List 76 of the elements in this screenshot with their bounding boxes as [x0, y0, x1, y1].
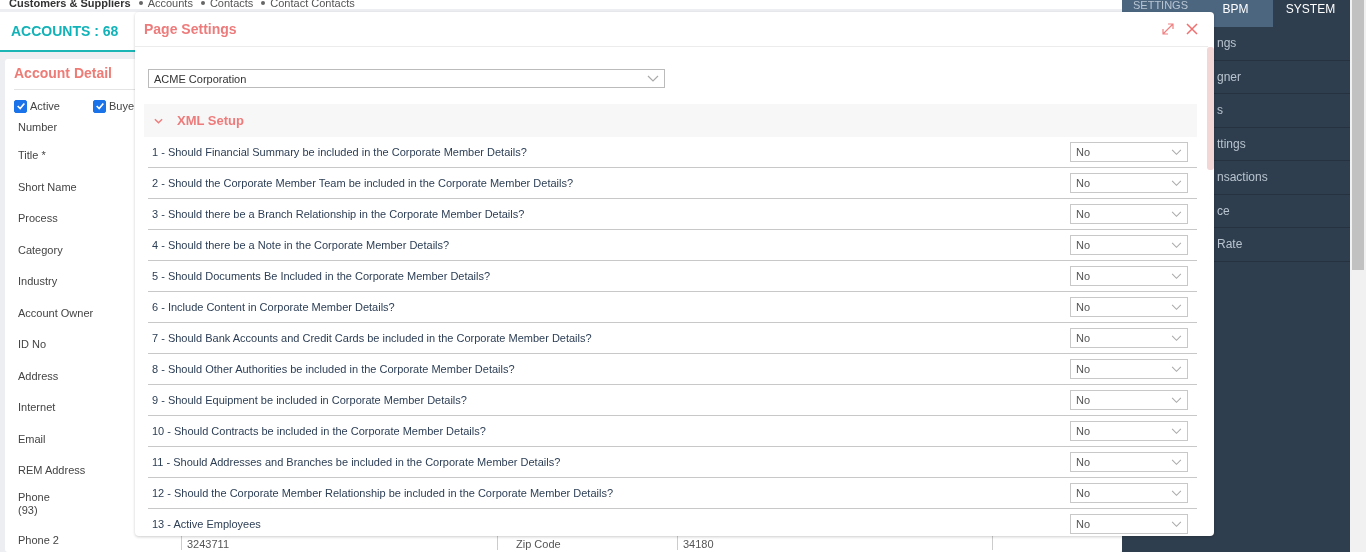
sidebar-item[interactable]: s [1217, 103, 1223, 118]
answer-dropdown[interactable]: No [1070, 204, 1188, 224]
question-text: 7 - Should Bank Accounts and Credit Cards be included in the Corporate Member Details? [152, 332, 592, 344]
answer-dropdown[interactable]: No [1070, 297, 1188, 317]
field-label: Address [18, 369, 59, 383]
breadcrumb-item[interactable]: Contact Contacts [270, 0, 355, 9]
question-text: 6 - Include Content in Corporate Member Details? [152, 301, 395, 313]
field-label: Internet [18, 401, 56, 415]
scrollbar-thumb[interactable] [1207, 47, 1214, 170]
chevron-down-icon [1171, 365, 1182, 373]
sidebar-item[interactable]: nsactions [1217, 170, 1268, 185]
section-title: XML Setup [177, 113, 244, 128]
checkbox[interactable] [93, 99, 106, 113]
sidebar-item[interactable]: Rate [1217, 237, 1243, 252]
checkbox[interactable] [14, 99, 27, 113]
chevron-down-icon [1171, 179, 1182, 187]
breadcrumb-item[interactable]: Customers & Suppliers [9, 0, 131, 9]
chevron-down-icon [1171, 520, 1182, 528]
answer-dropdown[interactable]: No [1070, 235, 1188, 255]
field-label: Title * [18, 149, 46, 163]
expand-icon[interactable] [1162, 23, 1174, 35]
close-icon[interactable] [1186, 23, 1198, 35]
dialog-title: Page Settings [144, 21, 238, 37]
chevron-down-icon [1171, 272, 1182, 280]
answer-dropdown[interactable]: No [1070, 390, 1188, 410]
field-label: Phone 2 [18, 533, 59, 548]
question-text: 3 - Should there be a Branch Relationship in the Corporate Member Details? [152, 208, 525, 220]
field-label: Phone (93) [18, 491, 50, 517]
sidebar-item[interactable]: gner [1217, 69, 1242, 84]
field-label: REM Address [18, 464, 86, 478]
checkbox-label: Active [30, 100, 60, 112]
accounts-count-title: ACCOUNTS : 68 [11, 23, 119, 39]
breadcrumb-item[interactable]: Accounts [147, 0, 193, 9]
field-label: Account Owner [18, 306, 94, 320]
chevron-down-icon [1171, 303, 1182, 311]
sidebar-item[interactable]: ngs [1217, 36, 1237, 51]
chevron-down-icon [1171, 427, 1182, 435]
question-text: 5 - Should Documents Be Included in the Corporate Member Details? [152, 270, 491, 282]
answer-dropdown[interactable]: No [1070, 142, 1188, 162]
chevron-down-icon [1171, 458, 1182, 466]
question-text: 2 - Should the Corporate Member Team be included in the Corporate Member Details? [152, 177, 574, 189]
field-label: ID No [18, 338, 47, 352]
chevron-down-icon [1171, 210, 1182, 218]
answer-dropdown[interactable]: No [1070, 421, 1188, 441]
question-text: 4 - Should there be a Note in the Corporate Member Details? [152, 239, 450, 251]
answer-dropdown[interactable]: No [1070, 328, 1188, 348]
field-label: Email [18, 432, 46, 446]
chevron-down-icon [1171, 241, 1182, 249]
question-text: 1 - Should Financial Summary be included in the Corporate Member Details? [152, 146, 527, 158]
answer-dropdown[interactable]: No [1070, 514, 1188, 534]
answer-dropdown[interactable]: No [1070, 173, 1188, 193]
checkbox-label: Buye [109, 100, 135, 112]
answer-dropdown[interactable]: No [1070, 359, 1188, 379]
field-label: Category [18, 243, 63, 257]
field-label: Industry [18, 275, 58, 289]
sidebar-item[interactable]: ttings [1217, 136, 1246, 151]
field-label: Short Name [18, 180, 77, 194]
question-text: 12 - Should the Corporate Member Relationship be included in the Corporate Member Details? [152, 487, 614, 499]
answer-dropdown[interactable]: No [1070, 266, 1188, 286]
answer-dropdown[interactable]: No [1070, 452, 1188, 472]
field-label: Number [18, 120, 58, 134]
chevron-down-icon [1171, 489, 1182, 497]
breadcrumb-item[interactable]: Contacts [209, 0, 254, 9]
chevron-down-icon [647, 74, 659, 83]
chevron-down-icon [1171, 396, 1182, 404]
question-text: 11 - Should Addresses and Branches be included in the Corporate Member Details? [152, 456, 561, 468]
question-text: 8 - Should Other Authorities be included in the Corporate Member Details? [152, 363, 515, 375]
chevron-down-icon [1171, 148, 1182, 156]
question-text: 9 - Should Equipment be included in Corporate Member Details? [152, 394, 467, 406]
sidebar-item[interactable]: ce [1217, 203, 1230, 218]
chevron-down-icon [1171, 334, 1182, 342]
answer-dropdown[interactable]: No [1070, 483, 1188, 503]
question-text: 10 - Should Contracts be included in the Corporate Member Details? [152, 425, 486, 437]
page-scrollbar[interactable] [1350, 0, 1366, 552]
company-dropdown[interactable]: ACME Corporation [148, 69, 665, 88]
field-label: Process [18, 212, 58, 226]
